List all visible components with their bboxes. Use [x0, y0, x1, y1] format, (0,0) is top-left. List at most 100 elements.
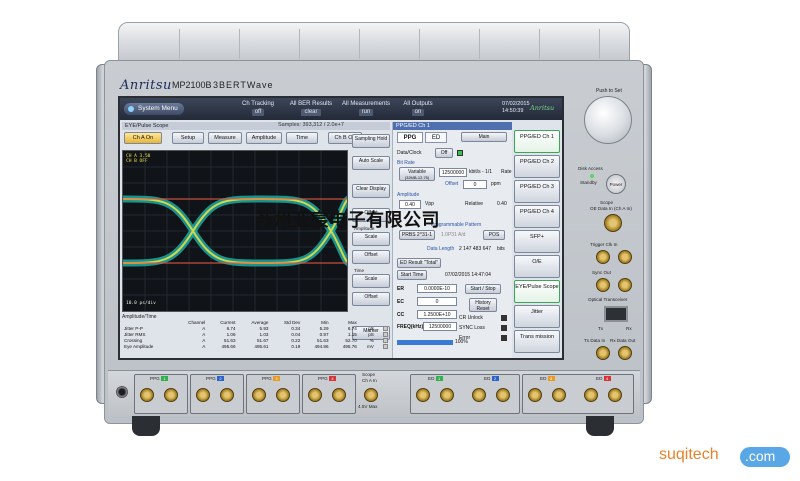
ed4-connector-a[interactable] [584, 388, 598, 402]
scale-button-2[interactable]: Scale [352, 274, 390, 288]
scope-port-label: Scope [600, 200, 614, 205]
auto-scale-button[interactable]: Auto Scale [352, 156, 390, 170]
nav-ppg-ed-ch3[interactable]: PPG/ED Ch 3 [514, 180, 560, 203]
nav-jitter[interactable]: Jitter [514, 305, 560, 328]
system-menu-button[interactable]: System Menu [124, 103, 184, 115]
row-checkbox[interactable] [383, 344, 388, 350]
start-time-value: 07/02/2015 14:47:04 [445, 272, 491, 278]
ppg3-connector-a[interactable] [252, 388, 266, 402]
scope-bottom-sub: Ch A In [362, 378, 377, 383]
ed-result-button[interactable]: ED Result "Total" [397, 258, 441, 268]
disk-access-led [590, 174, 594, 178]
ch-a-on-button[interactable]: Ch A On [124, 132, 162, 144]
ppg-panel-title: PPG/ED Ch 1 [393, 122, 512, 130]
offset-input[interactable]: 0 [463, 180, 487, 189]
row-checkbox[interactable] [383, 338, 388, 344]
offset-button-3[interactable]: Offset [352, 292, 390, 306]
main-button[interactable]: Main [461, 132, 507, 142]
measure-button[interactable]: Measure [208, 132, 242, 144]
trigger-connector[interactable] [596, 250, 610, 264]
ppg2-label: PPG 2 [206, 376, 224, 382]
ed3-label: ED 3 [540, 376, 555, 382]
bit-rate-input[interactable]: 12500000 [439, 168, 467, 177]
offset-button-2[interactable]: Offset [352, 250, 390, 264]
ppg2-connector-b[interactable] [220, 388, 234, 402]
nav-sfp[interactable]: SFP+ [514, 230, 560, 253]
ed4-label: ED 4 [596, 376, 611, 382]
scope-ch-a-connector[interactable] [364, 388, 378, 402]
history-reset-button[interactable]: History Reset [469, 298, 497, 312]
ppg1-connector-b[interactable] [164, 388, 178, 402]
nav-transmission[interactable]: Trans mission [514, 330, 560, 353]
rx-label: Rx [626, 326, 632, 331]
ed2-connector-a[interactable] [472, 388, 486, 402]
sampling-hold-button[interactable]: Sampling Hold [352, 134, 390, 148]
tab-ppg[interactable]: PPG [397, 132, 423, 143]
rx-data-connector[interactable] [618, 346, 632, 360]
ch-tracking-button[interactable]: Ch Tracking off [238, 101, 278, 117]
row-checkbox[interactable] [383, 326, 388, 332]
scale-button-1[interactable]: Scale [352, 232, 390, 246]
ppg3-connector-b[interactable] [276, 388, 290, 402]
ed4-connector-b[interactable] [608, 388, 622, 402]
all-outputs-button[interactable]: All Outputs on [398, 101, 438, 117]
setup-button[interactable]: Setup [172, 132, 204, 144]
knob-label: Push to Set [596, 88, 622, 94]
pos-button[interactable]: POS [483, 230, 505, 240]
ed3-connector-a[interactable] [528, 388, 542, 402]
site-logo-domain: .com [745, 448, 776, 464]
nav-ppg-ed-ch1[interactable]: PPG/ED Ch 1 [514, 130, 560, 153]
cr-unlock-label: CR Unlock [459, 315, 483, 321]
nav-eye-pulse-scope[interactable]: EYE/Pulse Scope [514, 280, 560, 303]
data-clock-led [457, 150, 463, 156]
nav-ppg-ed-ch2[interactable]: PPG/ED Ch 2 [514, 155, 560, 178]
power-button[interactable]: Power [606, 174, 626, 194]
ppg1-connector-a[interactable] [140, 388, 154, 402]
sfp-cage[interactable] [604, 306, 628, 322]
data-clock-label: Data/Clock [397, 150, 422, 156]
start-time-button[interactable]: Start Time [397, 270, 427, 280]
ed3-connector-b[interactable] [552, 388, 566, 402]
rotary-knob[interactable] [584, 96, 632, 144]
amplitude-button[interactable]: Amplitude [246, 132, 282, 144]
disk-access-label: Disk Access [578, 166, 603, 171]
sync-out-connector-2[interactable] [618, 278, 632, 292]
rx-data-out-label: Rx Data Out [610, 338, 636, 343]
brand-logo: Anritsu [120, 78, 172, 93]
top-cover [118, 22, 630, 62]
nav-ppg-ed-ch4[interactable]: PPG/ED Ch 4 [514, 205, 560, 228]
ppg4-label: PPG 4 [318, 376, 336, 382]
ed2-label: ED 2 [484, 376, 499, 382]
cc-label: CC [397, 312, 405, 318]
variable-button[interactable]: Variable (32MB-12.75) [399, 167, 435, 181]
all-measurements-button[interactable]: All Measurements run [338, 101, 394, 117]
ppg4-connector-a[interactable] [308, 388, 322, 402]
er-value: 0.0000E-10 [417, 284, 457, 293]
data-clock-toggle[interactable]: Off [435, 148, 453, 158]
trigger-label: Trigger Clk In [590, 242, 618, 247]
ed1-connector-b[interactable] [440, 388, 454, 402]
nav-oe[interactable]: O/E [514, 255, 560, 278]
time-button[interactable]: Time [286, 132, 318, 144]
row-checkbox[interactable] [383, 332, 388, 338]
tab-ed[interactable]: ED [425, 132, 447, 143]
ed1-connector-a[interactable] [416, 388, 430, 402]
clear-display-button[interactable]: Clear Display [352, 184, 390, 198]
scope-port-sub: OE Data In (Ch A In) [590, 206, 632, 211]
pattern-field: 1.0P31 A/d [441, 232, 466, 238]
headphone-jack[interactable] [116, 386, 128, 398]
all-ber-results-button[interactable]: All BER Results clear [286, 101, 336, 117]
series-label: 3BERTWave [213, 80, 274, 90]
tx-data-connector[interactable] [596, 346, 610, 360]
ppg2-connector-a[interactable] [196, 388, 210, 402]
ed2-connector-b[interactable] [496, 388, 510, 402]
ppg4-connector-b[interactable] [332, 388, 346, 402]
ec-label: EC [397, 299, 404, 305]
data-length-label: Data Length [427, 246, 455, 252]
sync-loss-label: SYNC Loss [459, 325, 485, 331]
scope-input-connector[interactable] [604, 214, 622, 232]
trigger-connector-2[interactable] [618, 250, 632, 264]
sync-out-connector[interactable] [596, 278, 610, 292]
table-row: Eye Amplitude A 495.66 495.61 0.19 494.86 49… [122, 344, 390, 350]
start-stop-button[interactable]: Start / Stop [465, 284, 501, 294]
